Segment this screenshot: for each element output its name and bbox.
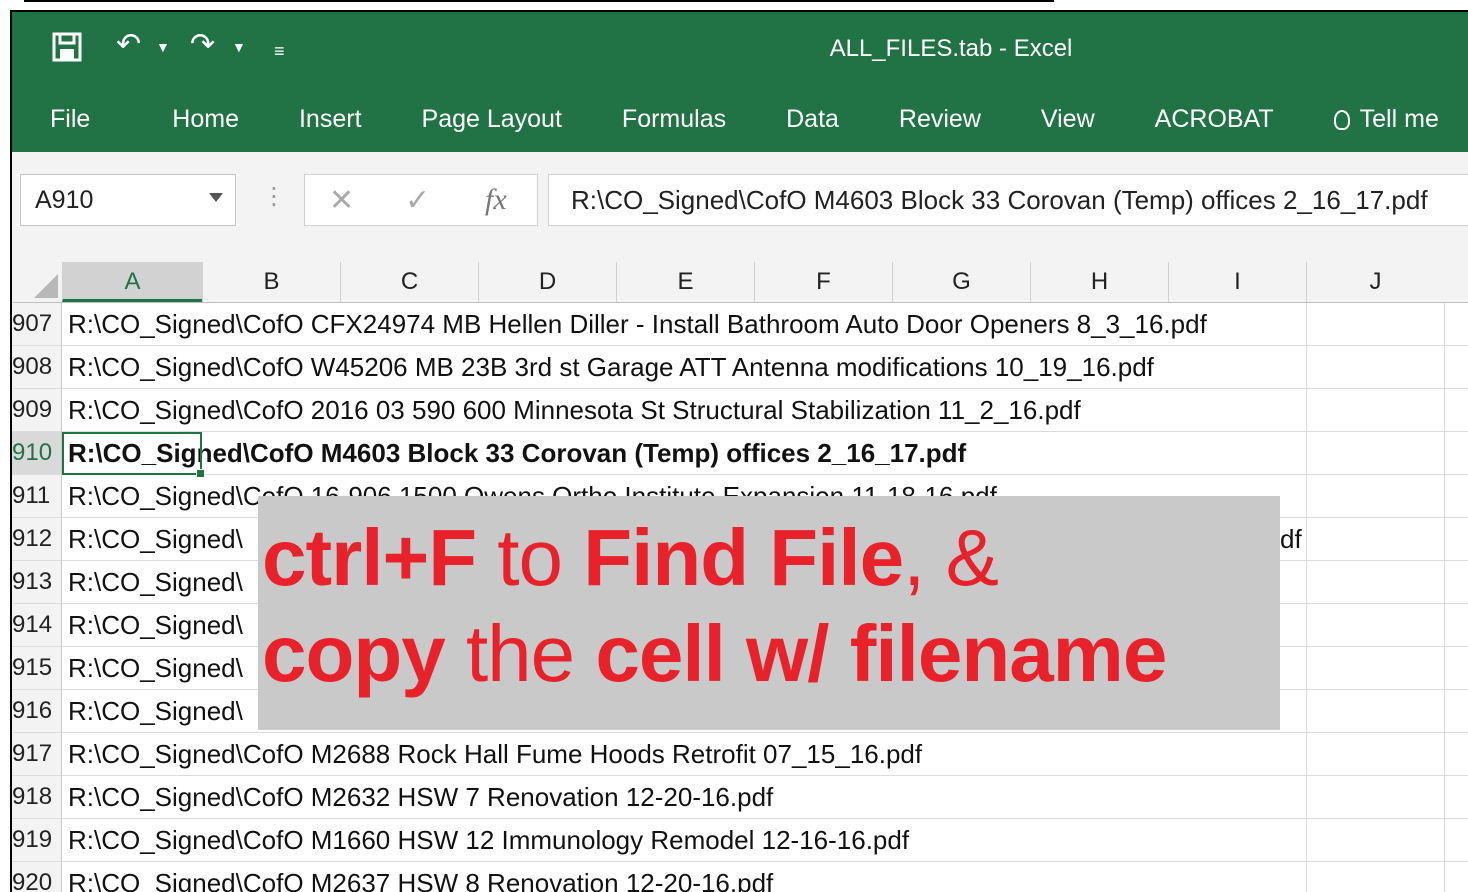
tab-formulas[interactable]: Formulas xyxy=(592,105,756,134)
tell-me-search[interactable]: Tell me xyxy=(1304,105,1468,134)
tab-acrobat[interactable]: ACROBAT xyxy=(1125,105,1304,134)
excel-window: ↶ ▼ ↷ ▼ ≡ ALL_FILES.tab - Excel File Hom… xyxy=(10,10,1468,892)
table-row: 910 R:\CO_Signed\CofO M4603 Block 33 Coro… xyxy=(12,432,1468,475)
formula-bar-grip-icon[interactable]: ⋮ xyxy=(262,182,286,211)
column-header-d[interactable]: D xyxy=(478,262,616,302)
formula-buttons: ✕ ✓ fx xyxy=(304,174,538,226)
cell-a[interactable]: R:\CO_Signed\CofO M2637 HSW 8 Renovation… xyxy=(68,862,773,892)
column-header-j[interactable]: J xyxy=(1306,262,1444,302)
insert-function-icon[interactable]: fx xyxy=(485,183,507,217)
row-header[interactable]: 907 xyxy=(12,303,62,345)
cell-a-active[interactable]: R:\CO_Signed\CofO M4603 Block 33 Corovan… xyxy=(68,432,966,474)
table-row: 918 R:\CO_Signed\CofO M2632 HSW 7 Renovat… xyxy=(12,776,1468,819)
row-header[interactable]: 917 xyxy=(12,733,62,775)
column-header-a[interactable]: A xyxy=(62,262,202,302)
cell-a[interactable]: R:\CO_Signed\CofO M2632 HSW 7 Renovation… xyxy=(68,776,773,818)
overlay-line-2: copy the cell w/ filename xyxy=(262,614,1167,694)
tab-page-layout[interactable]: Page Layout xyxy=(392,105,592,134)
tab-view[interactable]: View xyxy=(1011,105,1125,134)
column-headers: A B C D E F G H I J xyxy=(12,262,1468,303)
row-header[interactable]: 919 xyxy=(12,819,62,861)
table-row: 917 R:\CO_Signed\CofO M2688 Rock Hall Fum… xyxy=(12,733,1468,776)
row-header[interactable]: 915 xyxy=(12,647,62,689)
row-header[interactable]: 920 xyxy=(12,862,62,892)
window-title: ALL_FILES.tab - Excel xyxy=(829,35,1073,62)
overlay-and: , & xyxy=(903,513,999,602)
cell-a[interactable]: R:\CO_Signed\ xyxy=(68,518,243,560)
row-header[interactable]: 912 xyxy=(12,518,62,560)
column-header-c[interactable]: C xyxy=(340,262,478,302)
cell-a[interactable]: R:\CO_Signed\CofO M1660 HSW 12 Immunolog… xyxy=(68,819,909,861)
column-header-g[interactable]: G xyxy=(892,262,1030,302)
row-header[interactable]: 916 xyxy=(12,690,62,732)
table-row: 907 R:\CO_Signed\CofO CFX24974 MB Hellen … xyxy=(12,303,1468,346)
instruction-overlay: ctrl+F to Find File, & copy the cell w/ … xyxy=(258,496,1280,730)
cell-a[interactable]: R:\CO_Signed\CofO 2016 03 590 600 Minnes… xyxy=(68,389,1081,431)
top-border xyxy=(24,0,1054,2)
tab-data[interactable]: Data xyxy=(756,105,869,134)
overlay-the: the xyxy=(444,609,596,698)
column-header-h[interactable]: H xyxy=(1030,262,1168,302)
cell-a[interactable]: R:\CO_Signed\CofO CFX24974 MB Hellen Dil… xyxy=(68,303,1207,345)
row-header[interactable]: 914 xyxy=(12,604,62,646)
table-row: 909 R:\CO_Signed\CofO 2016 03 590 600 Min… xyxy=(12,389,1468,432)
cell-a[interactable]: R:\CO_Signed\ xyxy=(68,690,243,732)
active-cell-selection[interactable] xyxy=(62,432,205,478)
name-box-value: A910 xyxy=(35,186,94,214)
cancel-icon[interactable]: ✕ xyxy=(329,183,354,218)
row-header[interactable]: 913 xyxy=(12,561,62,603)
enter-check-icon[interactable]: ✓ xyxy=(405,183,430,218)
table-row: 919 R:\CO_Signed\CofO M1660 HSW 12 Immuno… xyxy=(12,819,1468,862)
column-header-b[interactable]: B xyxy=(202,262,340,302)
overlay-to: to xyxy=(476,513,584,602)
column-header-i[interactable]: I xyxy=(1168,262,1306,302)
overlay-copy: copy xyxy=(262,609,446,698)
cell-a[interactable]: R:\CO_Signed\ xyxy=(68,604,243,646)
overlay-find-file: Find File xyxy=(583,513,904,602)
tell-me-label: Tell me xyxy=(1359,104,1439,133)
row-header[interactable]: 909 xyxy=(12,389,62,431)
tab-insert[interactable]: Insert xyxy=(269,105,392,134)
row-header[interactable]: 911 xyxy=(12,475,62,517)
overlay-cell-filename: cell w/ filename xyxy=(595,609,1167,698)
tab-home[interactable]: Home xyxy=(142,105,269,134)
column-header-f[interactable]: F xyxy=(754,262,892,302)
cell-tail: df xyxy=(1280,524,1302,554)
formula-input[interactable]: R:\CO_Signed\CofO M4603 Block 33 Corovan… xyxy=(548,174,1468,226)
formula-bar: A910 ⋮ ✕ ✓ fx R:\CO_Signed\CofO M4603 Bl… xyxy=(12,152,1468,262)
title-bar: ↶ ▼ ↷ ▼ ≡ ALL_FILES.tab - Excel xyxy=(12,12,1468,86)
column-header-e[interactable]: E xyxy=(616,262,754,302)
cell-a[interactable]: R:\CO_Signed\CofO W45206 MB 23B 3rd st G… xyxy=(68,346,1154,388)
cell-a[interactable]: R:\CO_Signed\CofO M2688 Rock Hall Fume H… xyxy=(68,733,922,775)
tab-review[interactable]: Review xyxy=(869,105,1011,134)
row-header[interactable]: 918 xyxy=(12,776,62,818)
overlay-line-1: ctrl+F to Find File, & xyxy=(262,518,999,598)
name-box[interactable]: A910 xyxy=(20,174,236,226)
overlay-ctrl-f: ctrl+F xyxy=(262,513,477,602)
chevron-down-icon[interactable] xyxy=(209,193,223,202)
tab-file[interactable]: File xyxy=(12,105,142,134)
lightbulb-icon xyxy=(1333,109,1350,130)
table-row: 920 R:\CO_Signed\CofO M2637 HSW 8 Renovat… xyxy=(12,862,1468,892)
table-row: 908 R:\CO_Signed\CofO W45206 MB 23B 3rd s… xyxy=(12,346,1468,389)
row-header[interactable]: 908 xyxy=(12,346,62,388)
row-header-active[interactable]: 910 xyxy=(12,432,62,474)
select-all-button[interactable] xyxy=(12,262,62,302)
ribbon-tabs: File Home Insert Page Layout Formulas Da… xyxy=(12,86,1468,152)
cell-a[interactable]: R:\CO_Signed\ xyxy=(68,647,243,689)
cell-a[interactable]: R:\CO_Signed\ xyxy=(68,561,243,603)
